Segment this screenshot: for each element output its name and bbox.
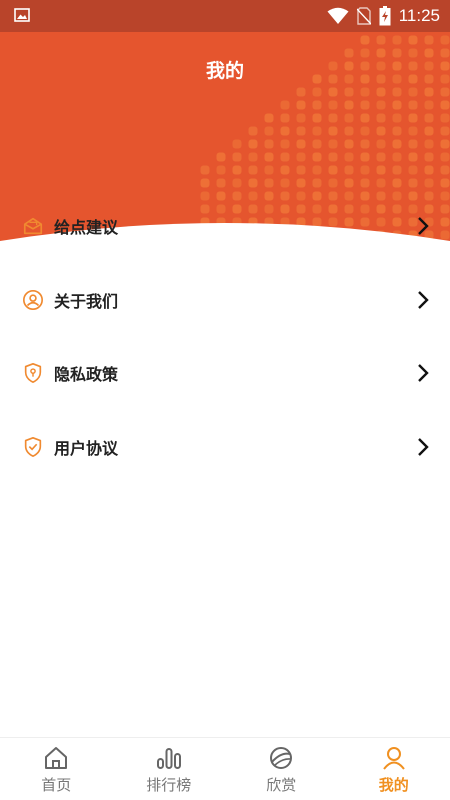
planet-icon [270, 747, 293, 769]
tab-label: 欣赏 [266, 776, 297, 794]
battery-charging-icon [379, 6, 391, 26]
tab-home[interactable]: 首页 [0, 738, 113, 800]
no-sim-icon [356, 7, 371, 25]
clock: 11:25 [398, 6, 440, 25]
menu-item-feedback[interactable]: 给点建议 [0, 200, 450, 252]
privacy-shield-icon [24, 363, 42, 383]
chevron-right-icon [418, 364, 429, 382]
chevron-right-icon [418, 217, 429, 235]
gallery-notification-icon [14, 8, 30, 22]
page-title: 我的 [205, 60, 244, 82]
wifi-icon [327, 7, 349, 24]
chevron-right-icon [418, 291, 429, 309]
tab-label: 首页 [41, 776, 72, 794]
tab-label: 排行榜 [146, 776, 192, 794]
profile-icon [382, 747, 405, 770]
home-icon [45, 747, 68, 769]
menu-item-about[interactable]: 关于我们 [0, 274, 450, 326]
menu-item-label: 隐私政策 [54, 365, 119, 384]
tab-label: 我的 [378, 776, 409, 794]
menu-item-privacy[interactable]: 隐私政策 [0, 347, 450, 399]
bottom-tab-bar: 首页 排行榜 欣赏 我的 [0, 737, 450, 800]
tab-ranking[interactable]: 排行榜 [113, 738, 226, 800]
menu-item-label: 关于我们 [54, 292, 119, 311]
menu-item-agreement[interactable]: 用户协议 [0, 421, 450, 473]
chevron-right-icon [418, 438, 429, 456]
menu-item-label: 给点建议 [54, 218, 119, 237]
agreement-shield-icon [24, 437, 42, 457]
ranking-icon [156, 748, 181, 769]
status-bar: 11:25 [0, 0, 450, 32]
feedback-icon [23, 217, 43, 235]
about-icon [23, 290, 43, 310]
tab-mine[interactable]: 我的 [338, 738, 450, 800]
menu-item-label: 用户协议 [54, 439, 119, 458]
tab-appreciate[interactable]: 欣赏 [225, 738, 338, 800]
